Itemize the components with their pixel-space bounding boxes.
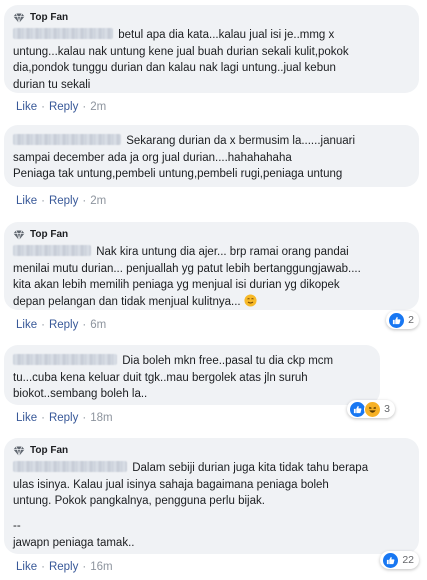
comment-text: Dalam sebiji durian juga kita tidak tahu… [13, 461, 369, 549]
diamond-icon [13, 230, 25, 241]
reply-button[interactable]: Reply [49, 561, 78, 573]
reply-button[interactable]: Reply [49, 412, 78, 424]
reaction-count: 2 [408, 314, 414, 326]
comment-text: Sekarang durian da x bermusim la......ja… [13, 134, 356, 180]
comment-bubble: Sekarang durian da x bermusim la......ja… [4, 125, 419, 187]
timestamp[interactable]: 6m [90, 319, 106, 331]
top-fan-badge: Top Fan [13, 228, 409, 242]
reply-button[interactable]: Reply [49, 319, 78, 331]
blurred-commenter-name[interactable] [13, 28, 113, 39]
like-button[interactable]: Like [16, 412, 37, 424]
comment-bubble: Top Fan betul apa dia kata...kalau jual … [4, 5, 419, 93]
top-fan-badge: Top Fan [13, 444, 409, 458]
timestamp[interactable]: 18m [90, 412, 112, 424]
diamond-icon [13, 446, 25, 457]
like-reaction-icon [388, 311, 406, 329]
comment-actions: Like · Reply · 2m [16, 195, 107, 207]
like-button[interactable]: Like [16, 319, 37, 331]
reply-button[interactable]: Reply [49, 101, 78, 113]
timestamp[interactable]: 16m [90, 561, 112, 573]
blurred-commenter-name[interactable] [13, 461, 127, 472]
smiling-face-emoji-icon [244, 293, 257, 307]
top-fan-badge: Top Fan [13, 11, 409, 25]
comment-actions: Like · Reply · 2m [16, 101, 107, 113]
like-reaction-icon [382, 551, 400, 569]
reaction-summary[interactable]: 3 [347, 400, 395, 418]
top-fan-label: Top Fan [30, 445, 69, 456]
comment-bubble: Dia boleh mkn free..pasal tu dia ckp mcm… [4, 345, 380, 405]
comment-text: betul apa dia kata...kalau jual isi je..… [13, 28, 349, 91]
timestamp[interactable]: 2m [90, 195, 106, 207]
top-fan-label: Top Fan [30, 229, 69, 240]
comment-actions: Like · Reply · 6m [16, 319, 107, 331]
diamond-icon [13, 13, 25, 24]
comment-text: Dia boleh mkn free..pasal tu dia ckp mcm… [13, 354, 334, 400]
timestamp[interactable]: 2m [90, 101, 106, 113]
comment-actions: Like · Reply · 18m [16, 412, 113, 424]
blurred-commenter-name[interactable] [13, 134, 121, 145]
top-fan-label: Top Fan [30, 12, 69, 23]
reaction-count: 22 [402, 554, 414, 566]
blurred-commenter-name[interactable] [13, 354, 117, 365]
reaction-summary[interactable]: 22 [380, 551, 419, 569]
comment-text: Nak kira untung dia ajer... brp ramai or… [13, 245, 361, 308]
reaction-count: 3 [384, 403, 390, 415]
blurred-commenter-name[interactable] [13, 245, 91, 256]
reaction-summary[interactable]: 2 [386, 311, 419, 329]
like-button[interactable]: Like [16, 101, 37, 113]
comment-bubble: Top Fan Dalam sebiji durian juga kita ti… [4, 438, 419, 554]
like-button[interactable]: Like [16, 195, 37, 207]
reply-button[interactable]: Reply [49, 195, 78, 207]
comment-actions: Like · Reply · 16m [16, 561, 113, 573]
like-button[interactable]: Like [16, 561, 37, 573]
haha-reaction-icon [364, 400, 382, 418]
comment-bubble: Top Fan Nak kira untung dia ajer... brp … [4, 222, 419, 310]
